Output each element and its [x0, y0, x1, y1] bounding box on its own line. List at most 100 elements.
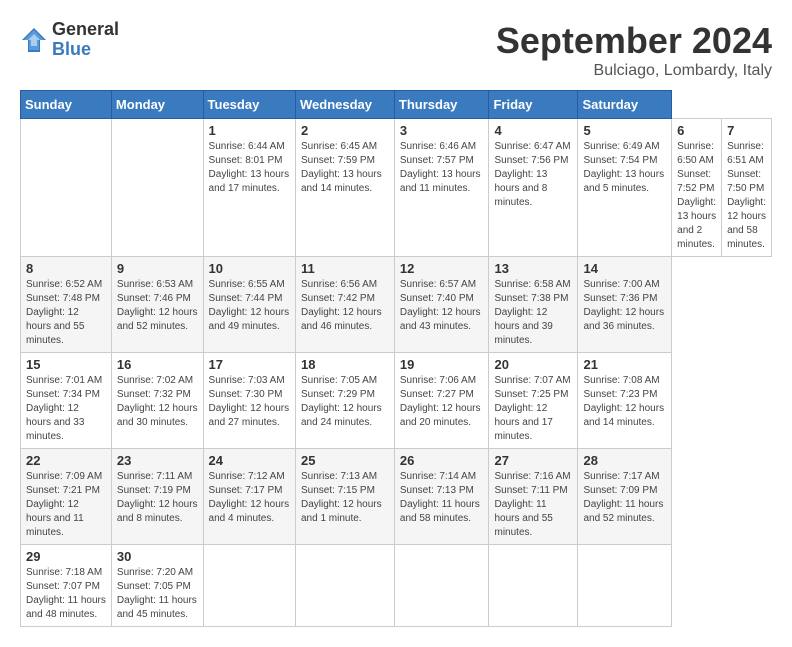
- calendar-cell: 1 Sunrise: 6:44 AM Sunset: 8:01 PM Daylig…: [203, 119, 295, 257]
- calendar-cell: 28Sunrise: 7:17 AM Sunset: 7:09 PM Dayli…: [578, 449, 672, 545]
- day-info: Sunrise: 6:49 AM Sunset: 7:54 PM Dayligh…: [583, 140, 666, 196]
- calendar-cell: 24 Sunrise: 7:12 AM Sunset: 7:17 PM Dayli…: [203, 449, 295, 545]
- weekday-header-wednesday: Wednesday: [295, 91, 394, 119]
- calendar-cell: 13 Sunrise: 6:58 AM Sunset: 7:38 PM Dayli…: [489, 257, 578, 353]
- title-area: September 2024 Bulciago, Lombardy, Italy: [496, 20, 772, 80]
- day-info: Sunrise: 7:16 AM Sunset: 7:11 PM Dayligh…: [494, 470, 572, 540]
- day-info: Sunrise: 7:09 AM Sunset: 7:21 PM Dayligh…: [26, 470, 106, 540]
- calendar-cell: 16Sunrise: 7:02 AM Sunset: 7:32 PM Dayli…: [111, 353, 203, 449]
- calendar-week-row: 29 Sunrise: 7:18 AM Sunset: 7:07 PM Dayli…: [21, 545, 772, 627]
- day-info: Sunrise: 6:57 AM Sunset: 7:40 PM Dayligh…: [400, 278, 484, 334]
- calendar-cell: 12 Sunrise: 6:57 AM Sunset: 7:40 PM Dayli…: [394, 257, 489, 353]
- day-info: Sunrise: 7:17 AM Sunset: 7:09 PM Dayligh…: [583, 470, 666, 526]
- day-info: Sunrise: 7:02 AM Sunset: 7:32 PM Dayligh…: [117, 374, 198, 430]
- day-number: 12: [400, 261, 484, 276]
- weekday-header-saturday: Saturday: [578, 91, 672, 119]
- day-info: Sunrise: 7:13 AM Sunset: 7:15 PM Dayligh…: [301, 470, 389, 526]
- calendar-cell: 26 Sunrise: 7:14 AM Sunset: 7:13 PM Dayli…: [394, 449, 489, 545]
- day-info: Sunrise: 7:07 AM Sunset: 7:25 PM Dayligh…: [494, 374, 572, 444]
- day-number: 17: [209, 357, 290, 372]
- calendar-cell: 6Sunrise: 6:50 AM Sunset: 7:52 PM Daylig…: [672, 119, 722, 257]
- logo-text: General Blue: [52, 20, 119, 60]
- calendar-cell: 9 Sunrise: 6:53 AM Sunset: 7:46 PM Daylig…: [111, 257, 203, 353]
- calendar-cell: 4 Sunrise: 6:47 AM Sunset: 7:56 PM Daylig…: [489, 119, 578, 257]
- day-info: Sunrise: 6:45 AM Sunset: 7:59 PM Dayligh…: [301, 140, 389, 196]
- calendar-cell: 8 Sunrise: 6:52 AM Sunset: 7:48 PM Daylig…: [21, 257, 112, 353]
- day-info: Sunrise: 7:14 AM Sunset: 7:13 PM Dayligh…: [400, 470, 484, 526]
- day-info: Sunrise: 7:05 AM Sunset: 7:29 PM Dayligh…: [301, 374, 389, 430]
- calendar-cell: 11 Sunrise: 6:56 AM Sunset: 7:42 PM Dayli…: [295, 257, 394, 353]
- day-info: Sunrise: 6:56 AM Sunset: 7:42 PM Dayligh…: [301, 278, 389, 334]
- calendar-header-row: SundayMondayTuesdayWednesdayThursdayFrid…: [21, 91, 772, 119]
- calendar-cell: 29 Sunrise: 7:18 AM Sunset: 7:07 PM Dayli…: [21, 545, 112, 627]
- calendar-cell: 23Sunrise: 7:11 AM Sunset: 7:19 PM Dayli…: [111, 449, 203, 545]
- day-info: Sunrise: 6:52 AM Sunset: 7:48 PM Dayligh…: [26, 278, 106, 348]
- day-number: 13: [494, 261, 572, 276]
- day-number: 9: [117, 261, 198, 276]
- calendar-cell: 20 Sunrise: 7:07 AM Sunset: 7:25 PM Dayli…: [489, 353, 578, 449]
- calendar-cell: 3Sunrise: 6:46 AM Sunset: 7:57 PM Daylig…: [394, 119, 489, 257]
- day-number: 6: [677, 123, 716, 138]
- calendar-cell: 17 Sunrise: 7:03 AM Sunset: 7:30 PM Dayli…: [203, 353, 295, 449]
- day-info: Sunrise: 6:47 AM Sunset: 7:56 PM Dayligh…: [494, 140, 572, 210]
- month-title: September 2024: [496, 20, 772, 62]
- weekday-header-friday: Friday: [489, 91, 578, 119]
- calendar-week-row: 1 Sunrise: 6:44 AM Sunset: 8:01 PM Daylig…: [21, 119, 772, 257]
- day-info: Sunrise: 7:08 AM Sunset: 7:23 PM Dayligh…: [583, 374, 666, 430]
- logo-icon: [20, 26, 48, 54]
- day-number: 29: [26, 549, 106, 564]
- day-number: 27: [494, 453, 572, 468]
- day-info: Sunrise: 7:12 AM Sunset: 7:17 PM Dayligh…: [209, 470, 290, 526]
- calendar-cell: 5 Sunrise: 6:49 AM Sunset: 7:54 PM Daylig…: [578, 119, 672, 257]
- calendar-cell: [394, 545, 489, 627]
- day-number: 1: [209, 123, 290, 138]
- day-number: 2: [301, 123, 389, 138]
- day-info: Sunrise: 7:11 AM Sunset: 7:19 PM Dayligh…: [117, 470, 198, 526]
- logo-general-text: General: [52, 20, 119, 40]
- day-number: 8: [26, 261, 106, 276]
- day-info: Sunrise: 7:00 AM Sunset: 7:36 PM Dayligh…: [583, 278, 666, 334]
- calendar-week-row: 8 Sunrise: 6:52 AM Sunset: 7:48 PM Daylig…: [21, 257, 772, 353]
- calendar-cell: 14 Sunrise: 7:00 AM Sunset: 7:36 PM Dayli…: [578, 257, 672, 353]
- day-number: 22: [26, 453, 106, 468]
- day-info: Sunrise: 6:44 AM Sunset: 8:01 PM Dayligh…: [209, 140, 290, 196]
- day-number: 26: [400, 453, 484, 468]
- day-info: Sunrise: 7:01 AM Sunset: 7:34 PM Dayligh…: [26, 374, 106, 444]
- weekday-header-tuesday: Tuesday: [203, 91, 295, 119]
- day-info: Sunrise: 6:55 AM Sunset: 7:44 PM Dayligh…: [209, 278, 290, 334]
- day-info: Sunrise: 7:18 AM Sunset: 7:07 PM Dayligh…: [26, 566, 106, 622]
- weekday-header-thursday: Thursday: [394, 91, 489, 119]
- calendar-table: SundayMondayTuesdayWednesdayThursdayFrid…: [20, 90, 772, 627]
- calendar-cell: [578, 545, 672, 627]
- logo: General Blue: [20, 20, 119, 60]
- day-number: 11: [301, 261, 389, 276]
- location-title: Bulciago, Lombardy, Italy: [496, 62, 772, 80]
- calendar-cell: 15Sunrise: 7:01 AM Sunset: 7:34 PM Dayli…: [21, 353, 112, 449]
- page-header: General Blue September 2024 Bulciago, Lo…: [20, 20, 772, 80]
- day-number: 24: [209, 453, 290, 468]
- day-info: Sunrise: 7:06 AM Sunset: 7:27 PM Dayligh…: [400, 374, 484, 430]
- calendar-cell: 21Sunrise: 7:08 AM Sunset: 7:23 PM Dayli…: [578, 353, 672, 449]
- day-number: 14: [583, 261, 666, 276]
- calendar-cell: [489, 545, 578, 627]
- day-number: 10: [209, 261, 290, 276]
- day-number: 20: [494, 357, 572, 372]
- calendar-week-row: 15Sunrise: 7:01 AM Sunset: 7:34 PM Dayli…: [21, 353, 772, 449]
- weekday-header-monday: Monday: [111, 91, 203, 119]
- day-number: 5: [583, 123, 666, 138]
- calendar-cell: [203, 545, 295, 627]
- calendar-cell: 30 Sunrise: 7:20 AM Sunset: 7:05 PM Dayli…: [111, 545, 203, 627]
- day-info: Sunrise: 7:20 AM Sunset: 7:05 PM Dayligh…: [117, 566, 198, 622]
- calendar-cell: [21, 119, 112, 257]
- calendar-cell: [295, 545, 394, 627]
- day-info: Sunrise: 7:03 AM Sunset: 7:30 PM Dayligh…: [209, 374, 290, 430]
- calendar-week-row: 22 Sunrise: 7:09 AM Sunset: 7:21 PM Dayli…: [21, 449, 772, 545]
- day-info: Sunrise: 6:53 AM Sunset: 7:46 PM Dayligh…: [117, 278, 198, 334]
- calendar-cell: 18Sunrise: 7:05 AM Sunset: 7:29 PM Dayli…: [295, 353, 394, 449]
- day-number: 4: [494, 123, 572, 138]
- day-number: 19: [400, 357, 484, 372]
- logo-blue-text: Blue: [52, 40, 119, 60]
- day-number: 30: [117, 549, 198, 564]
- day-info: Sunrise: 6:58 AM Sunset: 7:38 PM Dayligh…: [494, 278, 572, 348]
- calendar-cell: [111, 119, 203, 257]
